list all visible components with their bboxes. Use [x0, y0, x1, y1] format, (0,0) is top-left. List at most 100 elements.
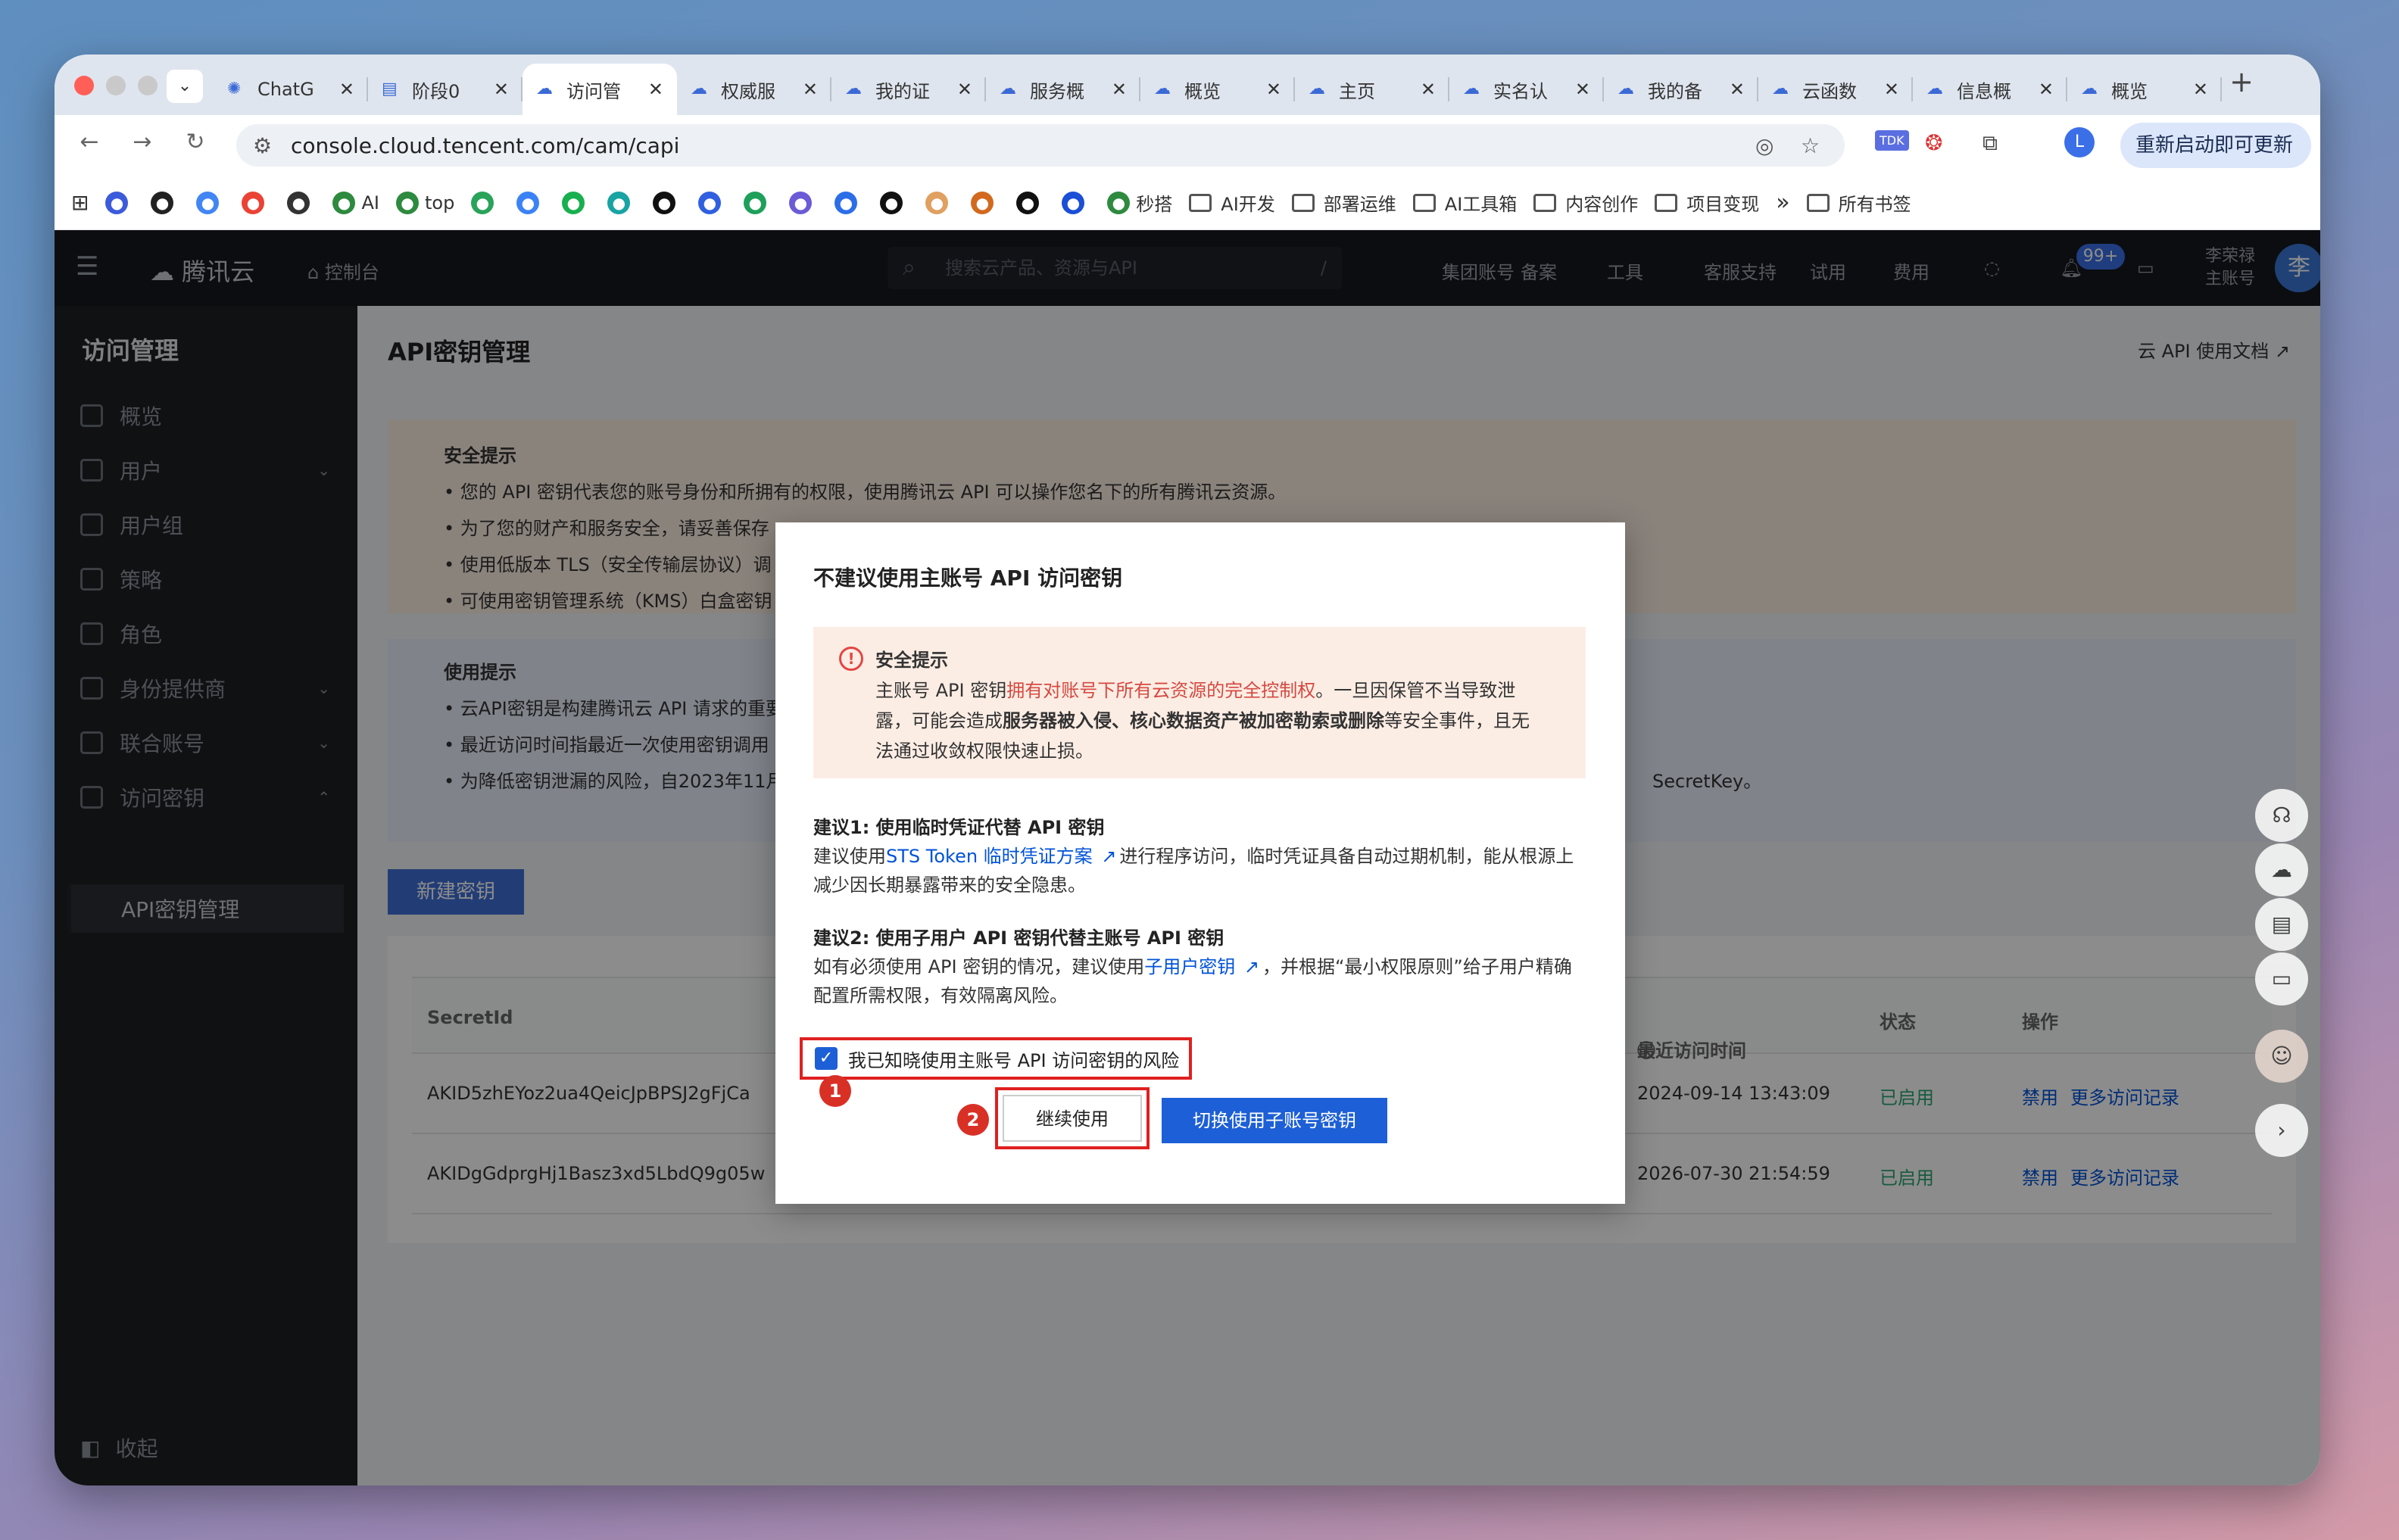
- bookmark-favicon[interactable]: ●: [698, 191, 727, 214]
- suggestion-1: 建议1: 使用临时凭证代替 API 密钥 建议使用STS Token 临时凭证方…: [813, 813, 1586, 899]
- bookmark-favicon[interactable]: ●: [105, 191, 134, 214]
- browser-tab[interactable]: ☁ 我的备 ✕: [1604, 64, 1758, 115]
- favicon-icon: ●: [789, 191, 813, 214]
- bookmarks-overflow-button[interactable]: »: [1776, 189, 1789, 216]
- switch-subaccount-key-button[interactable]: 切换使用子账号密钥: [1162, 1098, 1387, 1143]
- extension-red-icon[interactable]: ❂: [1925, 130, 1942, 155]
- bookmark-favicon[interactable]: ●: [242, 191, 270, 214]
- suggestion-text: 配置所需权限，有效隔离风险。: [813, 985, 1068, 1006]
- bookmark-folder[interactable]: AI工具箱: [1412, 189, 1517, 216]
- assistant-avatar[interactable]: ☺: [2255, 1030, 2308, 1083]
- browser-tab[interactable]: ☁ 访问管 ✕: [523, 64, 677, 115]
- browser-tab[interactable]: ☁ 概览 ✕: [2067, 64, 2222, 115]
- checkmark-icon[interactable]: ✓: [815, 1047, 838, 1070]
- warning-line: 主账号 API 密钥拥有对账号下所有云资源的完全控制权。一旦因保管不当导致泄: [875, 675, 1558, 706]
- favicon-icon: ●: [196, 191, 220, 214]
- close-icon[interactable]: ✕: [1421, 79, 1436, 100]
- chevron-right-icon[interactable]: ›: [2255, 1104, 2308, 1157]
- site-info-icon[interactable]: ⚙: [253, 133, 272, 158]
- bookmark-favicon[interactable]: ●: [471, 191, 500, 214]
- bookmark-label: 内容创作: [1565, 194, 1639, 215]
- close-icon[interactable]: ✕: [1730, 79, 1745, 100]
- favicon-icon: ●: [925, 191, 949, 214]
- feedback-icon[interactable]: ▭: [2255, 952, 2308, 1005]
- close-icon[interactable]: ✕: [803, 79, 818, 100]
- tdk-extension-icon[interactable]: TDK: [1875, 130, 1909, 151]
- risk-acknowledge-checkbox[interactable]: ✓ 我已知晓使用主账号 API 访问密钥的风险: [800, 1037, 1192, 1080]
- bookmark-favicon[interactable]: ●: [653, 191, 682, 214]
- browser-tab[interactable]: ☁ 实名认 ✕: [1449, 64, 1604, 115]
- close-icon[interactable]: ✕: [1575, 79, 1590, 100]
- update-label: 重新启动即可更新: [2135, 134, 2294, 157]
- bookmark-folder[interactable]: 部署运维: [1291, 189, 1396, 216]
- bookmark-favicon[interactable]: ●: [151, 191, 179, 214]
- bookmark-favicon[interactable]: ●: [971, 191, 1000, 214]
- zoom-window-button[interactable]: [138, 76, 158, 95]
- bookmark-folder[interactable]: 项目变现: [1655, 189, 1759, 216]
- close-icon[interactable]: ✕: [1112, 79, 1127, 100]
- bookmark-favicon[interactable]: ●: [880, 191, 909, 214]
- tab-search-button[interactable]: ⌄: [167, 70, 203, 103]
- continue-button[interactable]: 继续使用: [1003, 1095, 1142, 1142]
- bookmark-favicon[interactable]: ●: [196, 191, 225, 214]
- bookmark-folder[interactable]: AI开发: [1189, 189, 1275, 216]
- bookmark-star-icon[interactable]: ☆: [1801, 133, 1820, 158]
- forward-button[interactable]: →: [126, 129, 159, 155]
- bookmark-favicon[interactable]: ●: [1016, 191, 1045, 214]
- new-tab-button[interactable]: +: [2220, 65, 2263, 98]
- favicon-icon: ●: [971, 191, 994, 214]
- close-icon[interactable]: ✕: [1884, 79, 1899, 100]
- browser-tab[interactable]: ☁ 我的证 ✕: [831, 64, 986, 115]
- bookmark-favicon[interactable]: ●: [562, 191, 591, 214]
- all-bookmarks-folder[interactable]: 所有书签: [1806, 189, 1911, 216]
- close-icon[interactable]: ✕: [648, 79, 663, 100]
- bookmark-favicon[interactable]: ●: [607, 191, 636, 214]
- close-icon[interactable]: ✕: [494, 79, 509, 100]
- bookmark-favicon[interactable]: ●: [925, 191, 954, 214]
- back-button[interactable]: ←: [73, 129, 106, 155]
- bookmark-label: 部署运维: [1323, 194, 1396, 215]
- tab-label: 权威服: [721, 80, 775, 102]
- bookmark-item[interactable]: ● AI: [332, 191, 379, 214]
- browser-tab[interactable]: ☁ 权威服 ✕: [677, 64, 831, 115]
- tab-label: ChatG: [257, 79, 314, 100]
- bookmark-favicon[interactable]: ●: [789, 191, 818, 214]
- browser-tab[interactable]: ☁ 云函数 ✕: [1758, 64, 1913, 115]
- close-window-button[interactable]: [74, 76, 94, 95]
- bookmark-favicon[interactable]: ●: [835, 191, 863, 214]
- apps-grid-icon[interactable]: ⊞: [71, 190, 89, 215]
- favicon-icon: ●: [332, 191, 356, 214]
- browser-tab[interactable]: ☁ 概览 ✕: [1140, 64, 1295, 115]
- bookmark-item[interactable]: ● top: [395, 191, 454, 214]
- browser-tab[interactable]: ☁ 服务概 ✕: [986, 64, 1140, 115]
- book-icon[interactable]: ▤: [2255, 898, 2308, 951]
- address-bar[interactable]: ⚙ console.cloud.tencent.com/cam/capi ◎ ☆: [236, 124, 1845, 167]
- close-icon[interactable]: ✕: [957, 79, 972, 100]
- bookmark-favicon[interactable]: ●: [1062, 191, 1090, 214]
- bookmark-favicon[interactable]: ●: [516, 191, 545, 214]
- bookmark-favicon[interactable]: ●: [287, 191, 316, 214]
- browser-tab[interactable]: ✺ ChatG ✕: [214, 64, 368, 115]
- extensions-puzzle-icon[interactable]: ⧉: [1983, 130, 1998, 156]
- browser-tab[interactable]: ▤ 阶段0 ✕: [368, 64, 523, 115]
- headset-icon[interactable]: ☊: [2255, 789, 2308, 842]
- warning-icon: !: [839, 647, 863, 671]
- update-button[interactable]: 重新启动即可更新 ⋮: [2120, 123, 2311, 202]
- minimize-window-button[interactable]: [106, 76, 126, 95]
- browser-tab[interactable]: ☁ 主页 ✕: [1295, 64, 1449, 115]
- eye-off-icon[interactable]: ◎: [1755, 133, 1774, 158]
- close-icon[interactable]: ✕: [1266, 79, 1281, 100]
- cloud-sync-icon[interactable]: ☁: [2255, 843, 2308, 896]
- sub-user-key-link[interactable]: 子用户密钥: [1144, 956, 1235, 977]
- sts-token-link[interactable]: STS Token 临时凭证方案: [886, 846, 1093, 867]
- browser-tab[interactable]: ☁ 信息概 ✕: [1913, 64, 2067, 115]
- bookmark-favicon[interactable]: ●: [744, 191, 772, 214]
- bookmark-folder[interactable]: 内容创作: [1533, 189, 1638, 216]
- close-icon[interactable]: ✕: [2193, 79, 2208, 100]
- bookmark-item[interactable]: ● 秒搭: [1107, 189, 1172, 216]
- close-icon[interactable]: ✕: [2039, 79, 2054, 100]
- profile-avatar[interactable]: L: [2064, 127, 2095, 157]
- close-icon[interactable]: ✕: [339, 79, 354, 100]
- warn-text: 。一旦因保管不当导致泄: [1315, 680, 1516, 701]
- reload-button[interactable]: ↻: [179, 129, 212, 155]
